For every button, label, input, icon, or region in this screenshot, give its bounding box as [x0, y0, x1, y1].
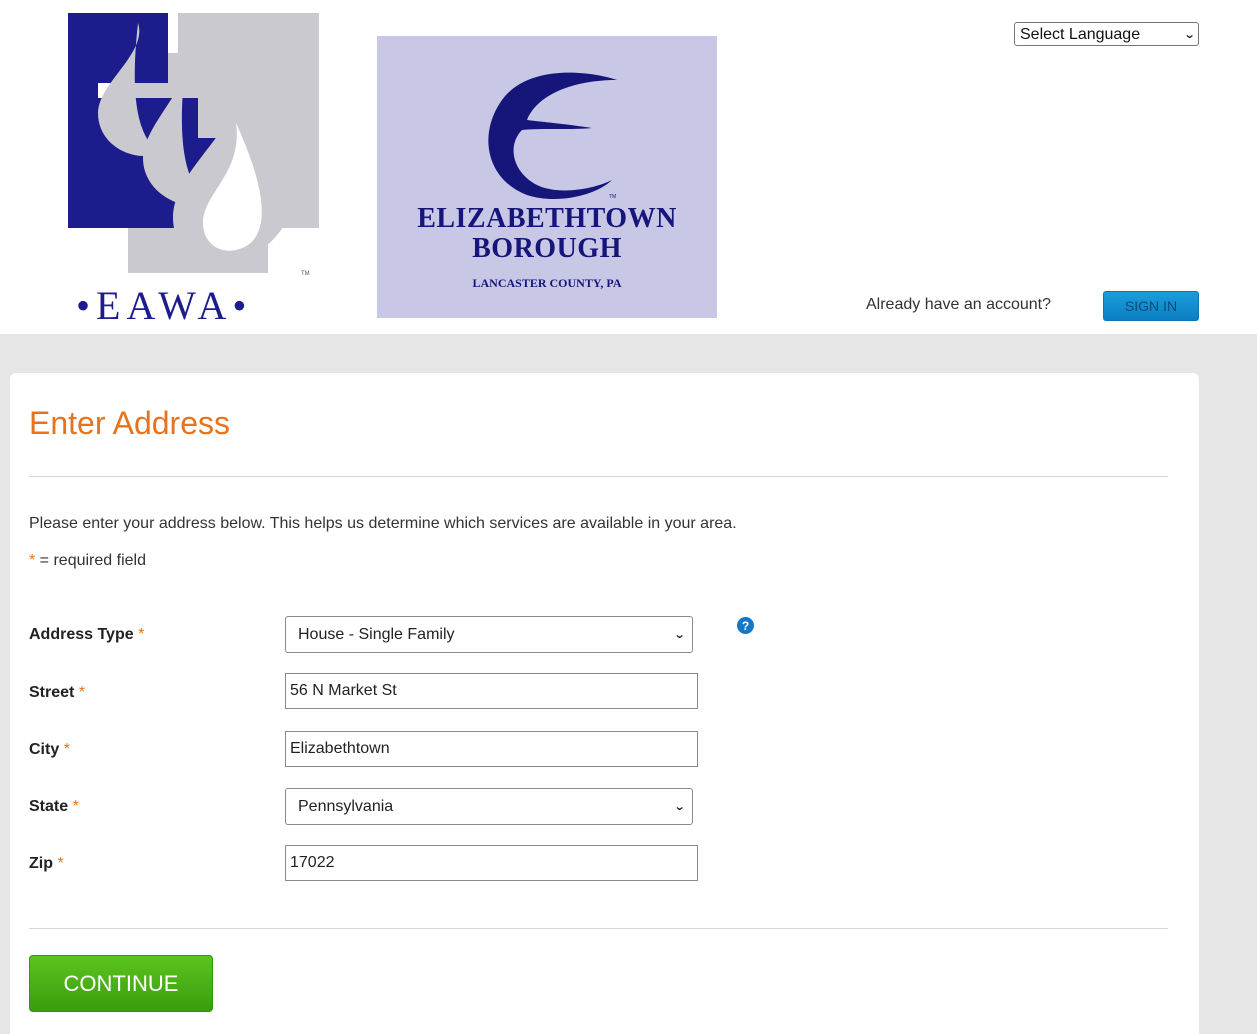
- question-icon[interactable]: ?: [737, 617, 754, 634]
- state-select[interactable]: Pennsylvania ⌄: [285, 788, 693, 825]
- address-type-select[interactable]: House - Single Family ⌄: [285, 616, 693, 653]
- title-divider: [29, 476, 1168, 477]
- borough-e-icon: TM: [488, 72, 617, 200]
- street-label-text: Street: [29, 684, 75, 701]
- borough-name-line1: ELIZABETHTOWN: [417, 203, 677, 234]
- zip-label: Zip *: [29, 855, 64, 873]
- street-label: Street *: [29, 684, 85, 702]
- state-label-text: State: [29, 798, 69, 815]
- required-marker: *: [63, 741, 70, 758]
- form-divider: [29, 928, 1168, 929]
- state-label: State *: [29, 798, 79, 816]
- street-input[interactable]: 56 N Market St: [285, 673, 698, 709]
- chevron-down-icon: ⌄: [1183, 29, 1196, 41]
- required-marker: *: [78, 684, 86, 701]
- borough-logo: TM ELIZABETHTOWN BOROUGH LANCASTER COUNT…: [377, 36, 717, 318]
- svg-text:TM: TM: [301, 271, 310, 277]
- required-marker: *: [57, 855, 64, 872]
- state-value: Pennsylvania: [298, 797, 394, 815]
- required-note-text: = required field: [35, 552, 146, 569]
- required-marker: *: [72, 798, 79, 815]
- intro-text: Please enter your address below. This he…: [29, 515, 737, 532]
- continue-button[interactable]: CONTINUE: [29, 955, 213, 1012]
- language-select-value: Select Language: [1020, 25, 1141, 43]
- city-label: City *: [29, 741, 70, 759]
- city-label-text: City: [29, 741, 60, 758]
- language-select[interactable]: Select Language ⌄: [1014, 22, 1199, 46]
- eawa-wordmark: •EAWA•: [76, 283, 252, 328]
- already-account-text: Already have an account?: [866, 296, 1052, 313]
- zip-input[interactable]: 17022: [285, 845, 698, 881]
- borough-name-line2: BOROUGH: [472, 233, 622, 264]
- city-input[interactable]: Elizabethtown: [285, 731, 698, 767]
- chevron-down-icon: ⌄: [673, 801, 686, 813]
- site-header: TM •EAWA• TM ELIZABETHTOWN BOROUGH LANCA…: [0, 0, 1257, 334]
- svg-text:TM: TM: [609, 194, 616, 200]
- address-type-label-text: Address Type: [29, 626, 134, 643]
- page-title: Enter Address: [29, 405, 230, 441]
- required-marker: *: [138, 626, 145, 643]
- zip-label-text: Zip: [29, 855, 53, 872]
- chevron-down-icon: ⌄: [673, 629, 686, 641]
- eawa-logo: TM •EAWA•: [68, 13, 319, 332]
- sign-in-button[interactable]: SIGN IN: [1103, 291, 1199, 321]
- borough-county: LANCASTER COUNTY, PA: [472, 276, 622, 290]
- address-type-label: Address Type *: [29, 626, 144, 644]
- required-note: * = required field: [29, 552, 146, 570]
- address-type-value: House - Single Family: [298, 625, 455, 643]
